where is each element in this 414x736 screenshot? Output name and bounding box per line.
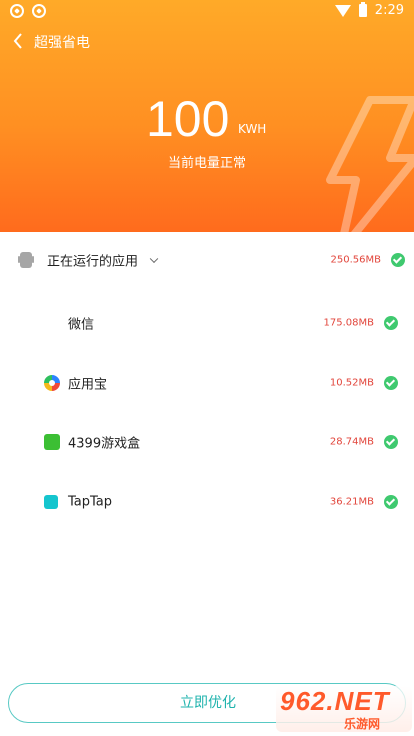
energy-unit: KWH (238, 122, 267, 136)
check-icon[interactable] (384, 495, 398, 509)
top-bar: 超强省电 (0, 24, 414, 58)
check-icon[interactable] (384, 435, 398, 449)
battery-status: 当前电量正常 (167, 156, 246, 171)
watermark-text: 962.NET (280, 686, 390, 716)
screen: 2:29 超强省电 100 KWH 当前电量正常 正在运行的应用 250.56M… (0, 0, 414, 736)
taptap-icon (44, 495, 58, 509)
list-item[interactable]: 微信 175.08MB (0, 303, 414, 343)
clock: 2:29 (374, 3, 404, 18)
app-size: 175.08MB (323, 317, 374, 329)
app-name: 应用宝 (68, 377, 108, 393)
list-item[interactable]: TapTap 36.21MB (0, 482, 414, 522)
yingyongbao-icon (44, 375, 60, 391)
app-size: 36.21MB (329, 496, 374, 508)
lightning-icon (326, 96, 414, 256)
app-name: TapTap (68, 494, 113, 510)
status-right: 2:29 (334, 2, 404, 18)
check-icon[interactable] (384, 376, 398, 390)
watermark-subtext: 乐游网 (344, 717, 381, 731)
back-icon[interactable] (8, 29, 28, 53)
app-name: 微信 (68, 317, 95, 333)
header-banner: 2:29 超强省电 100 KWH 当前电量正常 (0, 0, 414, 256)
check-icon[interactable] (384, 316, 398, 330)
status-bar: 2:29 (0, 0, 414, 24)
notification-icons (10, 4, 46, 18)
running-apps-label: 正在运行的应用 (47, 254, 139, 270)
wifi-icon (334, 4, 351, 17)
list-item[interactable]: 应用宝 10.52MB (0, 363, 414, 403)
app-name: 4399游戏盒 (68, 436, 141, 452)
notification-icon (32, 4, 46, 18)
app-size: 10.52MB (329, 377, 374, 389)
page-title: 超强省电 (34, 35, 90, 51)
notification-icon (10, 4, 24, 18)
check-icon[interactable] (391, 253, 405, 267)
app-size: 28.74MB (329, 436, 374, 448)
energy-value: 100 (146, 91, 230, 147)
running-apps-header[interactable]: 正在运行的应用 250.56MB (0, 240, 414, 280)
battery-icon (358, 2, 367, 17)
watermark-logo: 962.NET 乐游网 (276, 686, 412, 732)
4399-icon (44, 434, 60, 450)
list-item[interactable]: 4399游戏盒 28.74MB (0, 422, 414, 462)
phone-icon (18, 252, 34, 268)
chevron-down-icon[interactable] (149, 254, 159, 264)
running-apps-size: 250.56MB (330, 254, 381, 266)
